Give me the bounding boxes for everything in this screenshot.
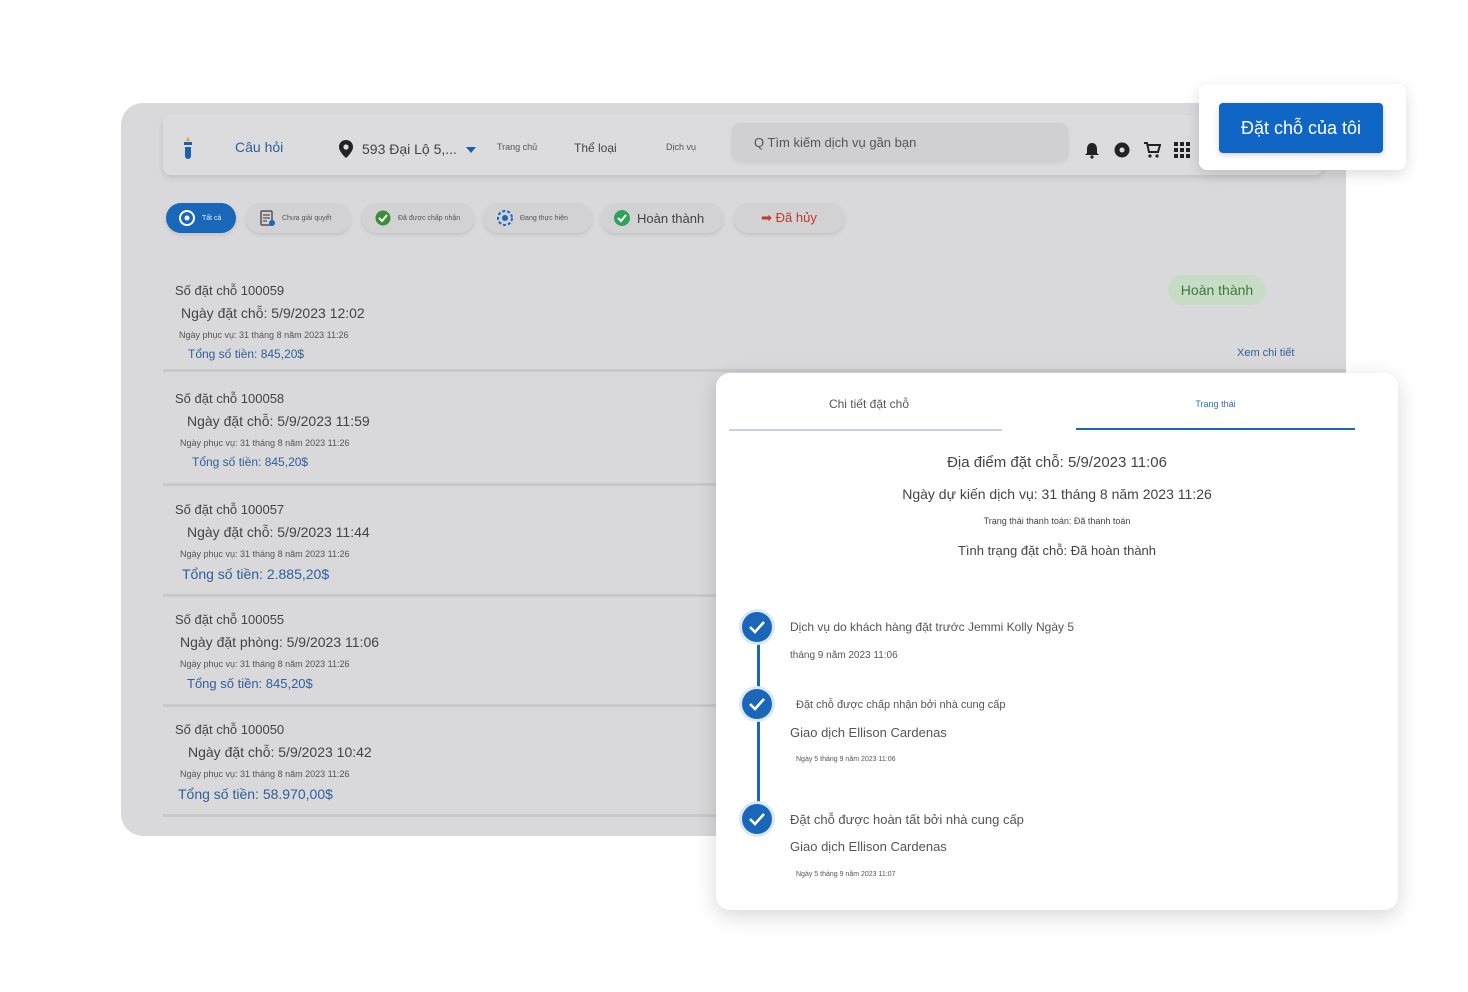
nav-faq-link[interactable]: Câu hỏi bbox=[235, 139, 283, 155]
clipboard-icon bbox=[260, 210, 275, 226]
filter-label: Đang thực hiện bbox=[520, 214, 568, 222]
tab-active-underline bbox=[1076, 428, 1355, 430]
timeline-step-provider: Giao dịch Ellison Cardenas bbox=[790, 725, 947, 740]
in-progress-icon bbox=[497, 210, 513, 226]
location-pin-icon bbox=[339, 140, 353, 158]
filter-label: Tất cả bbox=[202, 214, 222, 222]
check-icon bbox=[742, 804, 772, 834]
filter-label: Hoàn thành bbox=[637, 210, 705, 226]
view-details-link[interactable]: Xem chi tiết bbox=[1237, 347, 1294, 359]
booking-status: Tình trạng đặt chỗ: Đã hoàn thành bbox=[957, 543, 1157, 558]
search-placeholder: Q Tìm kiếm dịch vụ gần bạn bbox=[754, 135, 917, 150]
filter-pending-chip[interactable]: Chưa giải quyết bbox=[246, 203, 351, 233]
timeline-step-title: Đặt chỗ được hoàn tất bởi nhà cung cấp bbox=[790, 812, 1024, 827]
nav-category-link[interactable]: Thể loại bbox=[574, 141, 617, 155]
timeline-step-time: Ngày 5 tháng 9 năm 2023 11:06 bbox=[796, 756, 896, 763]
service-date: Ngày phục vụ: 31 tháng 8 năm 2023 11:26 bbox=[179, 330, 349, 340]
tab-status[interactable]: Trạng thái bbox=[1076, 399, 1355, 409]
filter-completed-chip[interactable]: Hoàn thành bbox=[601, 203, 723, 233]
booking-total: Tổng số tiền: 845,20$ bbox=[187, 676, 313, 691]
cart-icon[interactable] bbox=[1143, 141, 1161, 159]
booking-location-date: Địa điểm đặt chỗ: 5/9/2023 11:06 bbox=[947, 454, 1167, 471]
booking-status-panel: Chi tiết đặt chỗ Trạng thái Địa điểm đặt… bbox=[716, 373, 1398, 910]
my-bookings-button[interactable]: Đặt chỗ của tôi bbox=[1219, 103, 1383, 153]
booking-date: Ngày đặt phòng: 5/9/2023 11:06 bbox=[180, 634, 380, 650]
filter-label: Chưa giải quyết bbox=[282, 214, 332, 222]
booking-number: Số đặt chỗ 100057 bbox=[175, 502, 285, 517]
service-date: Ngày phục vụ: 31 tháng 8 năm 2023 11:26 bbox=[180, 438, 350, 448]
bell-icon[interactable] bbox=[1083, 141, 1101, 159]
filter-all-chip[interactable]: Tất cả bbox=[166, 203, 236, 233]
filter-label: ➡ Đã hủy bbox=[761, 210, 817, 225]
booking-date: Ngày đặt chỗ: 5/9/2023 10:42 bbox=[188, 744, 372, 760]
location-selector[interactable]: 593 Đại Lộ 5,... bbox=[362, 141, 457, 157]
timeline-step-provider: Giao dịch Ellison Cardenas bbox=[790, 839, 947, 854]
filter-in-progress-chip[interactable]: Đang thực hiện bbox=[484, 203, 592, 233]
timeline-step-time: tháng 9 năm 2023 11:06 bbox=[790, 650, 898, 661]
timeline-step-title: Dịch vụ do khách hàng đặt trước Jemmi Ko… bbox=[790, 620, 1075, 634]
timeline-step-title: Đặt chỗ được chấp nhận bởi nhà cung cấp bbox=[796, 699, 1006, 711]
booking-date: Ngày đặt chỗ: 5/9/2023 12:02 bbox=[181, 305, 365, 321]
payment-status: Trạng thái thanh toán: Đã thanh toán bbox=[983, 516, 1131, 526]
search-input[interactable]: Q Tìm kiếm dịch vụ gần bạn bbox=[732, 123, 1068, 161]
booking-total: Tổng số tiền: 845,20$ bbox=[188, 347, 305, 361]
booking-number: Số đặt chỗ 100050 bbox=[175, 722, 285, 737]
status-badge: Hoàn thành bbox=[1168, 275, 1266, 305]
my-bookings-card: Đặt chỗ của tôi bbox=[1199, 84, 1406, 170]
expected-service-date: Ngày dự kiến dịch vụ: 31 tháng 8 năm 202… bbox=[902, 486, 1212, 502]
service-date: Ngày phục vụ: 31 tháng 8 năm 2023 11:26 bbox=[180, 659, 350, 669]
timeline-step-time: Ngày 5 tháng 9 năm 2023 11:07 bbox=[796, 871, 896, 878]
booking-date: Ngày đặt chỗ: 5/9/2023 11:59 bbox=[187, 413, 370, 429]
chevron-down-icon[interactable] bbox=[466, 147, 476, 153]
check-icon bbox=[742, 689, 772, 719]
service-date: Ngày phục vụ: 31 tháng 8 năm 2023 11:26 bbox=[180, 769, 350, 779]
booking-date: Ngày đặt chỗ: 5/9/2023 11:44 bbox=[187, 524, 370, 540]
booking-total: Tổng số tiền: 2.885,20$ bbox=[182, 566, 330, 582]
check-icon bbox=[742, 612, 772, 642]
top-navbar: Câu hỏi 593 Đại Lộ 5,... Trang chủ Thể l… bbox=[163, 115, 1323, 175]
service-date: Ngày phục vụ: 31 tháng 8 năm 2023 11:26 bbox=[180, 549, 350, 559]
timeline-line bbox=[757, 627, 760, 819]
logo-icon[interactable] bbox=[181, 137, 195, 159]
filter-label: Đã được chấp nhận bbox=[398, 214, 461, 222]
grid-icon[interactable] bbox=[1173, 141, 1191, 159]
nav-home-link[interactable]: Trang chủ bbox=[497, 142, 537, 152]
nav-services-link[interactable]: Dịch vụ bbox=[666, 142, 696, 152]
tab-underline bbox=[729, 429, 1002, 431]
booking-number: Số đặt chỗ 100055 bbox=[175, 612, 285, 627]
check-circle-icon bbox=[614, 210, 630, 226]
all-icon bbox=[179, 210, 195, 226]
booking-total: Tổng số tiền: 845,20$ bbox=[192, 455, 309, 469]
filter-cancelled-chip[interactable]: ➡ Đã hủy bbox=[734, 203, 844, 233]
booking-number: Số đặt chỗ 100059 bbox=[175, 283, 285, 298]
booking-number: Số đặt chỗ 100058 bbox=[175, 391, 285, 406]
settings-icon[interactable] bbox=[1113, 141, 1131, 159]
filter-accepted-chip[interactable]: Đã được chấp nhận bbox=[362, 203, 474, 233]
accepted-icon bbox=[375, 210, 391, 226]
tab-booking-details[interactable]: Chi tiết đặt chỗ bbox=[716, 397, 1022, 411]
booking-total: Tổng số tiền: 58.970,00$ bbox=[178, 786, 333, 802]
